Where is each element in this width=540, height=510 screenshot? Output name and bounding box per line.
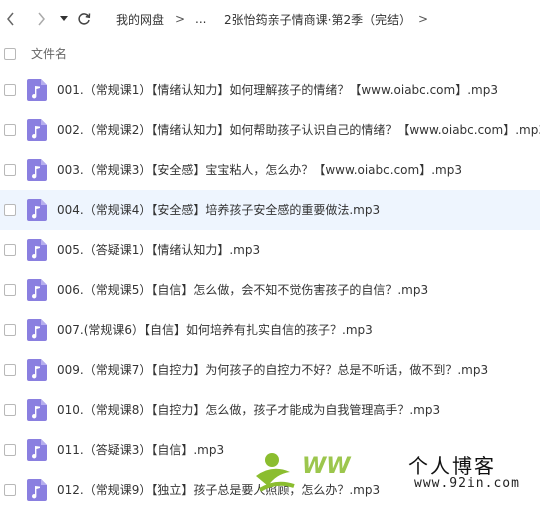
file-row[interactable]: 010.（常规课8）【自控力】怎么做，孩子才能成为自我管理高手？.mp3 <box>0 390 540 430</box>
audio-file-icon <box>27 439 47 461</box>
file-checkbox[interactable] <box>4 124 16 136</box>
file-checkbox[interactable] <box>4 364 16 376</box>
back-button[interactable] <box>2 0 20 38</box>
file-name[interactable]: 002.（常规课2）【情绪认知力】如何帮助孩子认识自己的情绪？【www.oiab… <box>57 110 540 150</box>
file-name[interactable]: 004.（常规课4）【安全感】培养孩子安全感的重要做法.mp3 <box>57 190 380 230</box>
file-name[interactable]: 006.（常规课5）【自信】怎么做，会不知不觉伤害孩子的自信？.mp3 <box>57 270 428 310</box>
file-list-header: 文件名 <box>0 38 540 70</box>
file-row[interactable]: 003.（常规课3）【安全感】宝宝粘人，怎么办？【www.oiabc.com】.… <box>0 150 540 190</box>
file-name[interactable]: 012.（常规课9）【独立】孩子总是要人照顾，怎么办？.mp3 <box>57 470 380 510</box>
audio-file-icon <box>27 159 47 181</box>
audio-file-icon <box>27 399 47 421</box>
breadcrumb-separator: > <box>175 12 186 26</box>
file-checkbox[interactable] <box>4 484 16 496</box>
file-name[interactable]: 010.（常规课8）【自控力】怎么做，孩子才能成为自我管理高手？.mp3 <box>57 390 440 430</box>
file-checkbox[interactable] <box>4 324 16 336</box>
breadcrumb-ellipsis[interactable]: ... <box>195 0 206 38</box>
chevron-right-icon <box>38 12 45 26</box>
select-all-checkbox[interactable] <box>4 48 16 60</box>
file-name[interactable]: 001.（常规课1）【情绪认知力】如何理解孩子的情绪？【www.oiabc.co… <box>57 70 498 110</box>
file-name[interactable]: 003.（常规课3）【安全感】宝宝粘人，怎么办？【www.oiabc.com】.… <box>57 150 462 190</box>
audio-file-icon <box>27 119 47 141</box>
chevron-left-icon <box>7 12 14 26</box>
file-row[interactable]: 004.（常规课4）【安全感】培养孩子安全感的重要做法.mp3 <box>0 190 540 230</box>
refresh-button[interactable] <box>75 0 93 38</box>
breadcrumb-separator-end: > <box>418 12 429 26</box>
file-checkbox[interactable] <box>4 84 16 96</box>
file-checkbox[interactable] <box>4 284 16 296</box>
file-row[interactable]: 002.（常规课2）【情绪认知力】如何帮助孩子认识自己的情绪？【www.oiab… <box>0 110 540 150</box>
file-name[interactable]: 011.（答疑课3）【自信】.mp3 <box>57 430 224 470</box>
file-checkbox[interactable] <box>4 204 16 216</box>
file-checkbox[interactable] <box>4 444 16 456</box>
file-name[interactable]: 009.（常规课7）【自控力】为何孩子的自控力不好？总是不听话，做不到？.mp3 <box>57 350 488 390</box>
audio-file-icon <box>27 199 47 221</box>
file-row[interactable]: 009.（常规课7）【自控力】为何孩子的自控力不好？总是不听话，做不到？.mp3 <box>0 350 540 390</box>
file-row[interactable]: 006.（常规课5）【自信】怎么做，会不知不觉伤害孩子的自信？.mp3 <box>0 270 540 310</box>
file-checkbox[interactable] <box>4 404 16 416</box>
breadcrumb-current[interactable]: 2张怡筠亲子情商课·第2季（完结） <box>224 0 411 38</box>
forward-button[interactable] <box>32 0 50 38</box>
column-header-filename[interactable]: 文件名 <box>31 38 67 70</box>
file-name[interactable]: 007.(常规课6）【自信】如何培养有扎实自信的孩子？.mp3 <box>57 310 373 350</box>
audio-file-icon <box>27 479 47 501</box>
file-checkbox[interactable] <box>4 244 16 256</box>
file-row[interactable]: 011.（答疑课3）【自信】.mp3 <box>0 430 540 470</box>
audio-file-icon <box>27 239 47 261</box>
audio-file-icon <box>27 359 47 381</box>
audio-file-icon <box>27 319 47 341</box>
file-name[interactable]: 005.（答疑课1）【情绪认知力】.mp3 <box>57 230 260 270</box>
file-row[interactable]: 001.（常规课1）【情绪认知力】如何理解孩子的情绪？【www.oiabc.co… <box>0 70 540 110</box>
file-checkbox[interactable] <box>4 164 16 176</box>
breadcrumb-root[interactable]: 我的网盘 <box>116 0 164 38</box>
file-row[interactable]: 012.（常规课9）【独立】孩子总是要人照顾，怎么办？.mp3 <box>0 470 540 510</box>
file-row[interactable]: 005.（答疑课1）【情绪认知力】.mp3 <box>0 230 540 270</box>
dropdown-triangle-icon <box>60 16 68 21</box>
file-row[interactable]: 007.(常规课6）【自信】如何培养有扎实自信的孩子？.mp3 <box>0 310 540 350</box>
audio-file-icon <box>27 279 47 301</box>
history-dropdown-button[interactable] <box>58 0 70 38</box>
audio-file-icon <box>27 79 47 101</box>
toolbar: 我的网盘 > ... 2张怡筠亲子情商课·第2季（完结） > <box>0 0 540 38</box>
refresh-icon <box>78 13 91 25</box>
